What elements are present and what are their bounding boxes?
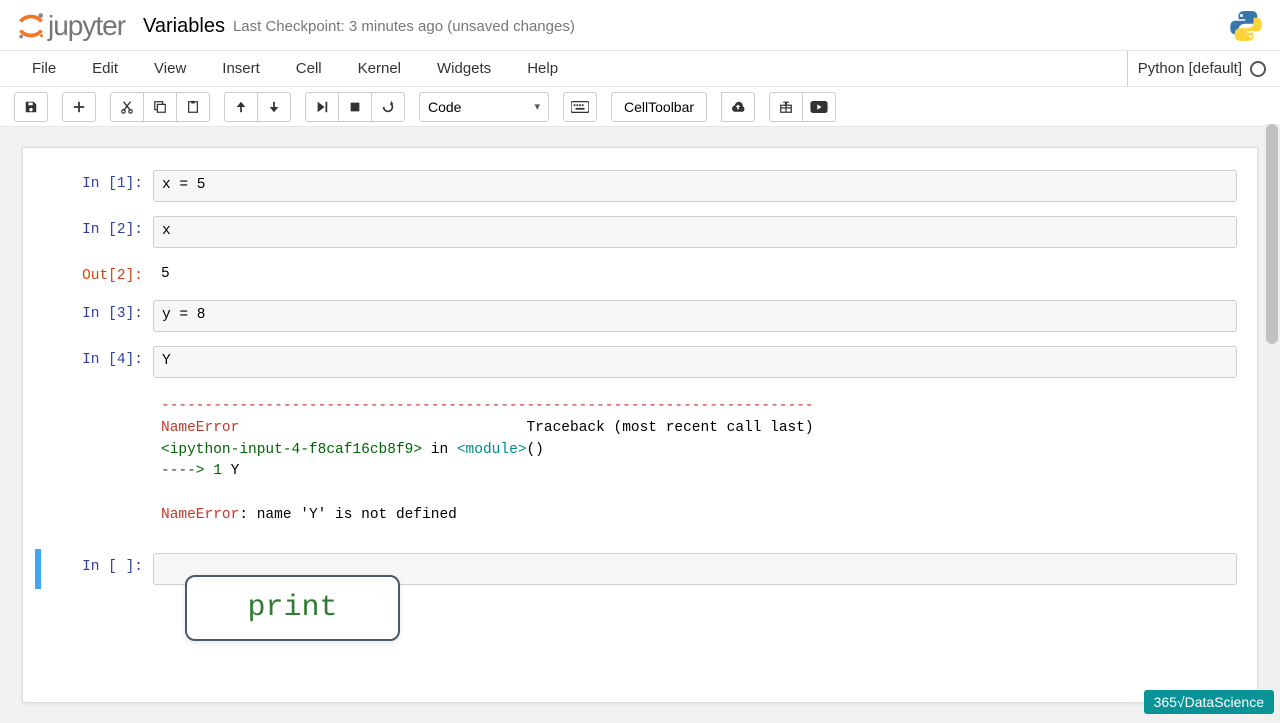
arrow-up-icon xyxy=(234,100,248,114)
paste-icon xyxy=(186,100,200,114)
gift-button[interactable] xyxy=(769,92,803,122)
command-palette-button[interactable] xyxy=(563,92,597,122)
cell-type-select[interactable]: Code xyxy=(419,92,549,122)
watermark: 365√DataScience xyxy=(1144,690,1274,714)
menubar: File Edit View Insert Cell Kernel Widget… xyxy=(0,51,1280,87)
error-output-4: ----------------------------------------… xyxy=(35,388,1245,535)
code-cell-2[interactable]: In [2]: x xyxy=(35,212,1245,252)
code-cell-4[interactable]: In [4]: Y xyxy=(35,342,1245,382)
youtube-icon xyxy=(810,101,828,113)
move-down-button[interactable] xyxy=(257,92,291,122)
menu-cell[interactable]: Cell xyxy=(278,52,340,85)
error-prompt-spacer xyxy=(43,392,153,531)
cell-type-value: Code xyxy=(428,99,461,115)
in-prompt-3: In [3]: xyxy=(43,300,153,332)
kernel-name: Python [default] xyxy=(1138,60,1242,77)
scrollbar-thumb[interactable] xyxy=(1266,124,1278,344)
code-input-3[interactable]: y = 8 xyxy=(153,300,1237,332)
keyboard-icon xyxy=(571,101,589,113)
step-forward-icon xyxy=(315,100,329,114)
python-icon xyxy=(1228,8,1264,44)
menu-view[interactable]: View xyxy=(136,52,204,85)
code-input-2[interactable]: x xyxy=(153,216,1237,248)
toolbar: Code CellToolbar xyxy=(0,87,1280,127)
in-prompt-1: In [1]: xyxy=(43,170,153,202)
scrollbar[interactable] xyxy=(1264,124,1280,720)
code-cell-1[interactable]: In [1]: x = 5 xyxy=(35,166,1245,206)
code-input-4[interactable]: Y xyxy=(153,346,1237,378)
jupyter-icon xyxy=(16,11,46,41)
output-text-2: 5 xyxy=(153,262,1237,286)
stop-icon xyxy=(348,100,362,114)
copy-icon xyxy=(153,100,167,114)
menu-kernel[interactable]: Kernel xyxy=(340,52,419,85)
refresh-icon xyxy=(381,100,395,114)
print-overlay: print xyxy=(185,575,400,641)
menu-file[interactable]: File xyxy=(14,52,74,85)
traceback-output: ----------------------------------------… xyxy=(153,392,1237,531)
celltoolbar-button[interactable]: CellToolbar xyxy=(611,92,707,122)
move-up-button[interactable] xyxy=(224,92,258,122)
plus-icon xyxy=(72,100,86,114)
in-prompt-4: In [4]: xyxy=(43,346,153,378)
paste-button[interactable] xyxy=(176,92,210,122)
jupyter-logo-text: jupyter xyxy=(48,10,125,42)
stop-button[interactable] xyxy=(338,92,372,122)
arrow-down-icon xyxy=(267,100,281,114)
out-prompt-2: Out[2]: xyxy=(43,262,153,286)
menu-insert[interactable]: Insert xyxy=(204,52,278,85)
menu-help[interactable]: Help xyxy=(509,52,576,85)
cut-button[interactable] xyxy=(110,92,144,122)
checkpoint-status: Last Checkpoint: 3 minutes ago (unsaved … xyxy=(233,18,575,35)
header: jupyter Variables Last Checkpoint: 3 min… xyxy=(0,0,1280,51)
code-input-1[interactable]: x = 5 xyxy=(153,170,1237,202)
insert-cell-below-button[interactable] xyxy=(62,92,96,122)
run-button[interactable] xyxy=(305,92,339,122)
notebook-name[interactable]: Variables xyxy=(143,15,225,38)
menu-widgets[interactable]: Widgets xyxy=(419,52,509,85)
cut-icon xyxy=(120,100,134,114)
restart-kernel-button[interactable] xyxy=(371,92,405,122)
cloud-upload-icon xyxy=(730,100,746,114)
gift-icon xyxy=(779,100,793,114)
save-button[interactable] xyxy=(14,92,48,122)
copy-button[interactable] xyxy=(143,92,177,122)
output-2: Out[2]: 5 xyxy=(35,258,1245,290)
save-icon xyxy=(24,100,38,114)
slideshow-button[interactable] xyxy=(802,92,836,122)
kernel-indicator: Python [default] xyxy=(1127,51,1266,87)
menu-edit[interactable]: Edit xyxy=(74,52,136,85)
code-cell-3[interactable]: In [3]: y = 8 xyxy=(35,296,1245,336)
in-prompt-2: In [2]: xyxy=(43,216,153,248)
jupyter-logo: jupyter xyxy=(16,10,125,42)
cloud-upload-button[interactable] xyxy=(721,92,755,122)
kernel-status-icon xyxy=(1250,61,1266,77)
in-prompt-empty: In [ ]: xyxy=(43,553,153,585)
